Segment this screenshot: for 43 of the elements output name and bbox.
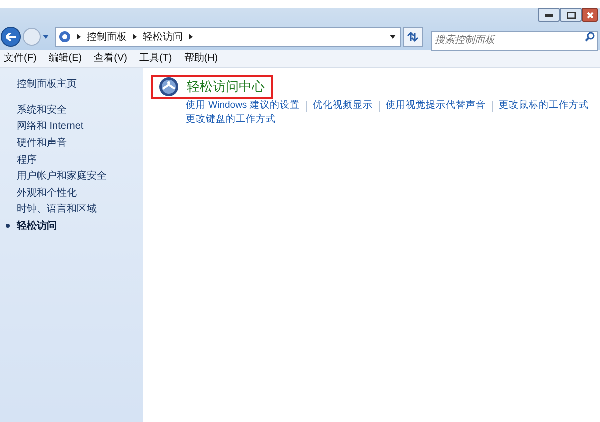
task-link[interactable]: 更改鼠标的工作方式 <box>498 99 589 113</box>
search-field[interactable]: 搜索控制面板 <box>431 30 598 50</box>
sidebar-link[interactable]: 程序 <box>17 152 37 168</box>
breadcrumb-arrow-icon <box>133 34 137 40</box>
close-button[interactable] <box>582 8 598 22</box>
accessibility-icon <box>159 77 179 97</box>
search-icon <box>585 32 595 42</box>
menu-item[interactable]: 查看(V) <box>94 51 128 66</box>
sidebar-link[interactable]: 轻松访问 <box>17 218 57 234</box>
sidebar-link[interactable]: 控制面板主页 <box>6 77 143 93</box>
menu-item[interactable]: 工具(T) <box>139 51 172 66</box>
sidebar-link[interactable]: 网络和 Internet <box>17 119 84 134</box>
dropdown-caret-icon <box>43 35 49 39</box>
breadcrumb-arrow-icon <box>77 34 81 40</box>
back-arrow-icon <box>6 33 16 41</box>
sidebar-link[interactable]: 用户帐户和家庭安全 <box>17 169 107 184</box>
maximize-button[interactable] <box>560 8 582 22</box>
refresh-button[interactable] <box>403 27 423 47</box>
page-title[interactable]: 轻松访问中心 <box>187 77 265 97</box>
breadcrumb-item[interactable]: 控制面板 <box>87 30 127 44</box>
sidebar-link[interactable]: 外观和个性化 <box>17 186 77 201</box>
breadcrumb-item[interactable]: 轻松访问 <box>143 30 183 44</box>
sidebar-link[interactable]: 时钟、语言和区域 <box>17 202 97 218</box>
breadcrumb-arrow-icon <box>189 34 193 40</box>
back-button[interactable] <box>1 27 21 47</box>
control-panel-icon <box>59 31 71 43</box>
task-link[interactable]: 使用视觉提示代替声音 <box>386 99 486 113</box>
menu-item[interactable]: 文件(F) <box>4 51 37 66</box>
minimize-icon <box>545 14 553 16</box>
maximize-icon <box>566 12 576 18</box>
sidebar-link[interactable]: 硬件和声音 <box>17 136 67 151</box>
menu-item[interactable]: 帮助(H) <box>184 51 218 66</box>
minimize-button[interactable] <box>538 8 560 22</box>
task-link[interactable]: 优化视频显示 <box>312 99 373 113</box>
menu-item[interactable]: 编辑(E) <box>48 51 82 66</box>
task-link[interactable]: 更改键盘的工作方式 <box>186 113 276 127</box>
sidebar-link[interactable]: 系统和安全 <box>17 102 67 118</box>
refresh-arrows-icon <box>407 32 419 42</box>
close-icon <box>586 12 594 18</box>
task-link[interactable]: 使用 Windows 建议的设置 <box>186 99 300 113</box>
address-field[interactable]: 控制面板 轻松访问 <box>55 27 401 47</box>
bullet-icon <box>6 224 10 228</box>
dropdown-caret-icon <box>390 35 396 39</box>
